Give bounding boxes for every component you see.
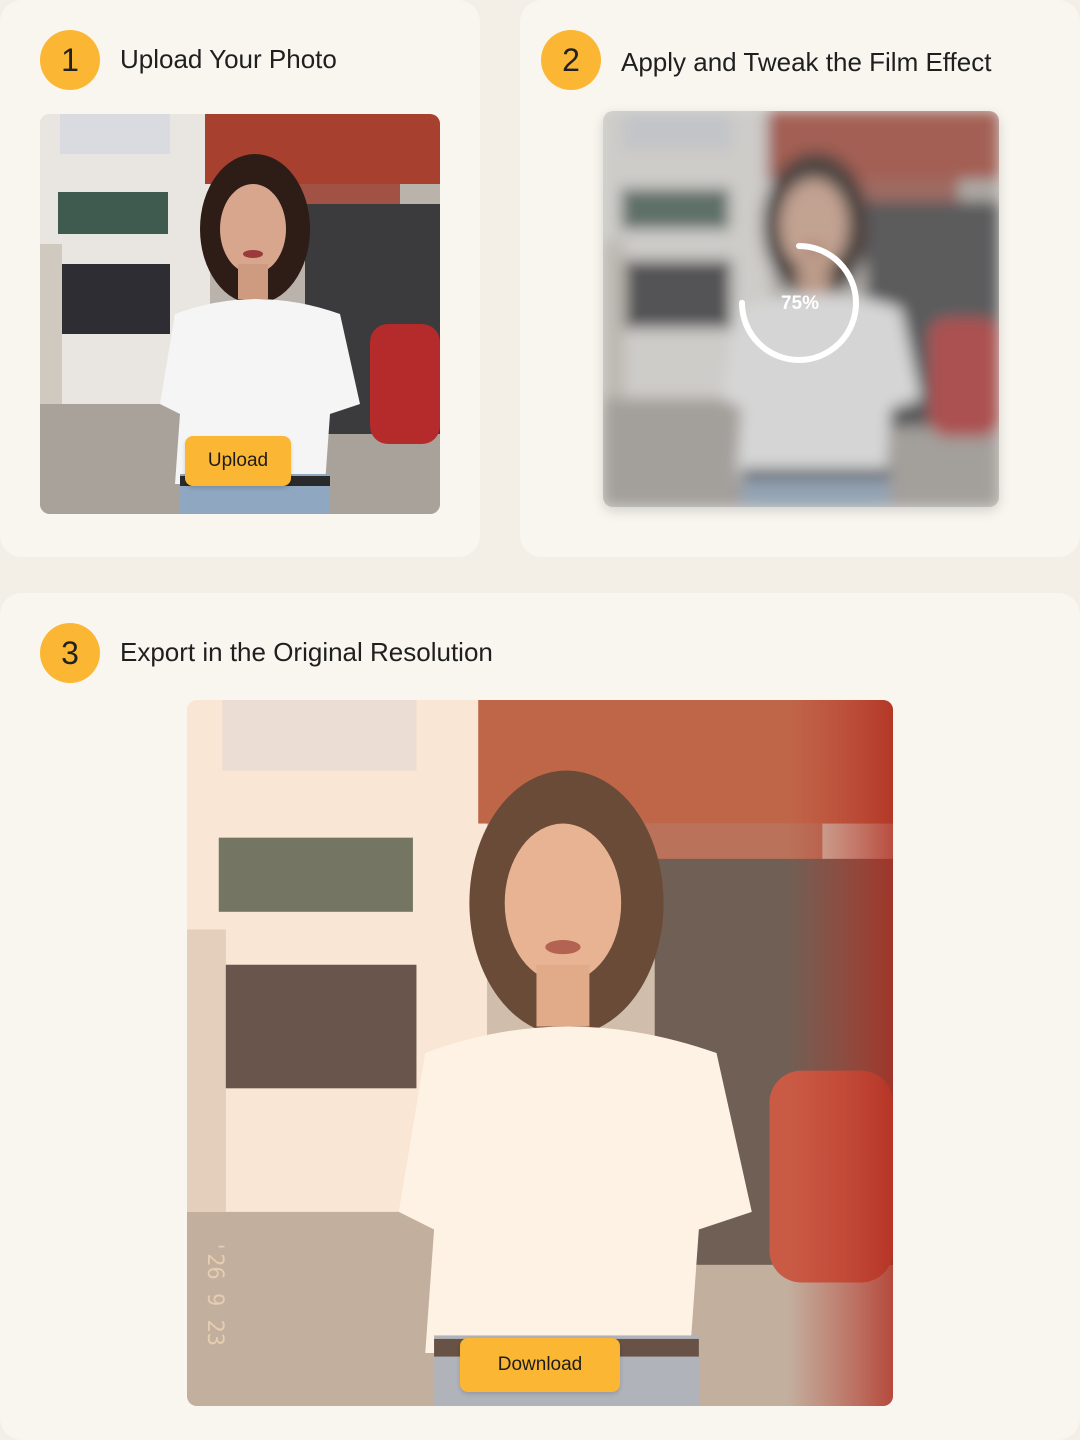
exported-film-photo: '26 9 23 bbox=[187, 700, 893, 1406]
step-card-upload: 1 Upload Your Photo Upload bbox=[0, 0, 480, 557]
film-date-stamp: '26 9 23 bbox=[202, 1240, 227, 1346]
step-number-badge: 3 bbox=[40, 623, 100, 683]
step-card-apply-effect: 2 Apply and Tweak the Film Effect 75% bbox=[520, 0, 1080, 557]
step-number-badge: 2 bbox=[541, 30, 601, 90]
step-card-export: 3 Export in the Original Resolution '26 … bbox=[0, 593, 1080, 1440]
upload-button[interactable]: Upload bbox=[185, 436, 291, 486]
step-number-badge: 1 bbox=[40, 30, 100, 90]
download-button[interactable]: Download bbox=[460, 1338, 620, 1392]
step-title: Upload Your Photo bbox=[120, 44, 337, 74]
step-title: Apply and Tweak the Film Effect bbox=[621, 47, 992, 77]
film-photo bbox=[187, 700, 893, 1406]
step-title: Export in the Original Resolution bbox=[120, 637, 493, 667]
processing-preview: 75% bbox=[603, 111, 999, 507]
progress-percentage: 75% bbox=[780, 293, 820, 314]
